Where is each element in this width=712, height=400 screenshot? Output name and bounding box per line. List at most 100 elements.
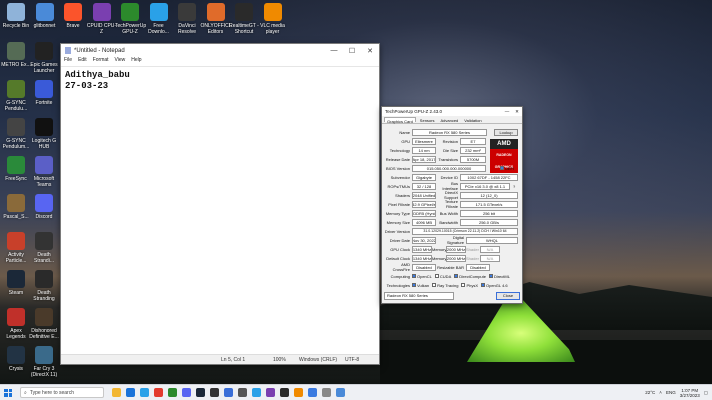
crossfire: Disabled [412,263,436,271]
gpuz-titlebar[interactable]: TechPowerUp GPU-Z 2.43.0 — ✕ [382,107,522,116]
app-icon [35,232,53,250]
desktop-icon[interactable]: Death Strandi... [29,232,59,264]
pinned-app-icon[interactable] [266,388,275,397]
desktop-icon[interactable]: Microsoft Teams [29,156,59,188]
pinned-app-icon[interactable] [322,388,331,397]
language-indicator[interactable]: ENG [666,390,676,395]
menu-view[interactable]: View [115,57,126,66]
card-select[interactable]: Radeon RX 580 Series [384,292,454,300]
help-icon[interactable]: ? [513,184,515,189]
menu-file[interactable]: File [64,57,72,66]
desktop-icon[interactable]: RealtimeGT - Shortcut [229,3,259,35]
subvendor: Gigabyte [412,173,436,181]
menu-help[interactable]: Help [131,57,141,66]
desktop-icon[interactable]: Free Downlo... [144,3,174,35]
desktop-icon[interactable]: Discord [29,194,59,220]
minimize-button[interactable]: — [325,47,343,55]
pinned-app-icon[interactable] [336,388,345,397]
desktop-icon-label: METRO Ex... [1,62,31,68]
pinned-app-icon[interactable] [196,388,205,397]
pinned-app-icon[interactable] [238,388,247,397]
notepad-titlebar[interactable]: *Untitled - Notepad — ☐ ✕ [61,44,379,57]
desktop-icon[interactable]: METRO Ex... [1,42,31,68]
app-icon [7,42,25,60]
maximize-button[interactable]: ☐ [343,47,361,55]
pinned-app-icon[interactable] [224,388,233,397]
desktop-icon[interactable]: VLC media player [258,3,288,35]
desktop-icon[interactable]: DaVinci Resolve [172,3,202,35]
tab-graphics-card[interactable]: Graphics Card [384,117,416,124]
pinned-app-icon[interactable] [252,388,261,397]
desktop-icon[interactable]: Dishonored Definitive E... [29,308,59,340]
gpu-codename: Ellesmere [412,137,436,145]
notepad-menubar: File Edit Format View Help [61,57,379,66]
checkbox-icon [488,274,493,279]
desktop-icon[interactable]: Activity Particle... [1,232,31,264]
app-icon [7,308,25,326]
desktop-icon[interactable]: Pascal_S... [1,194,31,220]
app-icon [7,118,25,136]
desktop-icon[interactable]: Steam [1,270,31,296]
pinned-app-icon[interactable] [112,388,121,397]
gpuz-window[interactable]: TechPowerUp GPU-Z 2.43.0 — ✕ Graphics Ca… [381,106,523,304]
app-icon [121,3,139,21]
desktop-icon-label: Free Downlo... [148,23,169,35]
close-button[interactable]: ✕ [512,109,522,115]
feature-label: Ray Tracing [437,282,459,288]
desktop-icon[interactable]: Brave [58,3,88,29]
desktop-icon[interactable]: Recycle Bin [1,3,31,29]
tab-validation[interactable]: Validation [462,117,483,123]
desktop-icon-label: Microsoft Teams [33,176,55,188]
lookup-button[interactable]: Lookup [494,129,518,136]
desktop-icon-label: Brave [66,23,80,29]
gpuz-close-button[interactable]: Close [496,292,520,300]
desktop-icon-label: Steam [8,290,24,296]
chevron-up-icon[interactable]: ˄ [659,390,662,395]
close-button[interactable]: ✕ [361,47,379,55]
pinned-app-icon[interactable] [140,388,149,397]
desktop-icon-label: RealtimeGT - Shortcut [229,23,259,35]
tab-advanced[interactable]: Advanced [438,117,460,123]
notification-icon[interactable]: ▢ [704,390,708,396]
desktop-icon-label: G-SYNC Pendulu... [4,100,28,112]
pinned-app-icon[interactable] [126,388,135,397]
app-icon [64,3,82,21]
desktop-icon[interactable]: G-SYNC Pendulum... [1,118,31,150]
start-button[interactable] [0,385,16,400]
pinned-app-icon[interactable] [182,388,191,397]
clock-date: 3/27/2023 [679,392,700,398]
desktop-icon-label: CPUID CPU-Z [86,23,117,35]
desktop-icon[interactable]: TechPowerUp GPU-Z [115,3,146,35]
desktop-icon[interactable]: G-SYNC Pendulu... [1,80,31,112]
desktop-icon[interactable]: CPUID CPU-Z [87,3,117,35]
desktop-icon[interactable]: Fortnite [29,80,59,106]
desktop-icon[interactable]: Far Cry 3 (DirectX 11) [29,346,59,378]
desktop-icon[interactable]: Logitech G HUB [29,118,59,150]
taskbar-search[interactable]: ⌕ Type here to search [20,387,104,398]
pinned-app-icon[interactable] [308,388,317,397]
pinned-app-icon[interactable] [210,388,219,397]
pinned-app-icon[interactable] [154,388,163,397]
pinned-app-icon[interactable] [280,388,289,397]
desktop-icon[interactable]: FreeSync [1,156,31,182]
desktop-icon[interactable]: Crysis [1,346,31,372]
menu-edit[interactable]: Edit [78,57,87,66]
memory-type: GDDR5 (Hynix) [412,209,436,217]
desktop-icon[interactable]: Epic Games Launcher [29,42,59,74]
weather-widget[interactable]: 22°C [645,390,655,395]
gpu-die-size: 232 mm² [460,146,486,154]
clock[interactable]: 1:07 PM 3/27/2023 [680,388,700,398]
pinned-app-icon[interactable] [294,388,303,397]
minimize-button[interactable]: — [502,109,512,115]
driver-date: Nov 30, 2022 [412,236,436,244]
desktop-icon[interactable]: glitbonnet [30,3,60,29]
tab-sensors[interactable]: Sensors [418,117,437,123]
desktop-icon[interactable]: Apex Legends [1,308,31,340]
notepad-window[interactable]: *Untitled - Notepad — ☐ ✕ File Edit Form… [60,43,380,365]
desktop-icon[interactable]: Death Stranding [29,270,59,302]
desktop-icon[interactable]: ONLYOFFICE Editors [201,3,232,35]
notepad-text-area[interactable]: Adithya_babu 27-03-23 [61,66,379,352]
device-id: 1002 67DF - 1458 22FC [460,173,518,181]
menu-format[interactable]: Format [93,57,109,66]
pinned-app-icon[interactable] [168,388,177,397]
